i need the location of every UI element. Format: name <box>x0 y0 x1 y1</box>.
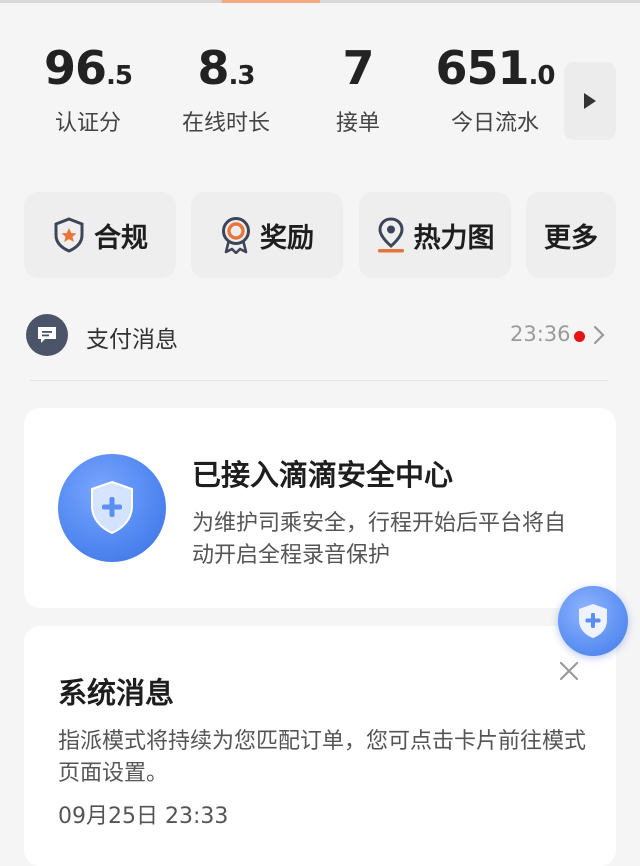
system-message-card[interactable]: 系统消息 指派模式将持续为您匹配订单，您可点击卡片前往模式页面设置。 09月25… <box>24 626 616 866</box>
more-button[interactable]: 更多 <box>526 192 616 278</box>
top-accent <box>222 0 320 3</box>
unread-dot <box>574 331 585 342</box>
shield-plus-icon <box>91 480 133 535</box>
reward-button[interactable]: 奖励 <box>191 192 343 278</box>
divider <box>30 380 608 381</box>
stat-revenue-value: 651 <box>435 41 530 95</box>
chat-bubble-icon <box>38 327 56 343</box>
stat-revenue[interactable]: 651.0 今日流水 <box>428 40 562 138</box>
compliance-button[interactable]: 合规 <box>24 192 176 278</box>
stats-expand-button[interactable] <box>564 62 616 140</box>
stat-revenue-decimal: .0 <box>528 61 556 91</box>
floating-safety-button[interactable] <box>558 586 628 656</box>
top-strip <box>0 0 640 3</box>
stat-orders-label: 接单 <box>335 111 380 136</box>
shield-plus-icon <box>579 604 607 638</box>
stat-score[interactable]: 96.5 认证分 <box>30 40 146 138</box>
system-message-time: 09月25日 23:33 <box>58 804 229 829</box>
heatmap-button[interactable]: 热力图 <box>359 192 511 278</box>
play-arrow-icon <box>584 93 596 109</box>
stat-online-time-decimal: .3 <box>228 61 256 91</box>
safety-shield-badge <box>58 454 166 562</box>
system-message-body: 指派模式将持续为您匹配订单，您可点击卡片前往模式页面设置。 <box>58 729 587 786</box>
payment-message-title: 支付消息 <box>86 327 178 353</box>
stat-orders[interactable]: 7 接单 <box>310 40 406 138</box>
payment-message-row[interactable]: 支付消息 23:36 <box>0 308 640 364</box>
chevron-right-icon <box>593 325 605 345</box>
close-icon[interactable] <box>558 660 580 682</box>
payment-message-time: 23:36 <box>510 322 571 346</box>
medal-icon <box>222 217 250 254</box>
stat-score-decimal: .5 <box>106 61 133 91</box>
more-label: 更多 <box>544 222 598 254</box>
stat-online-time-value: 8 <box>197 41 230 95</box>
stat-orders-value: 7 <box>342 41 374 95</box>
compliance-label: 合规 <box>94 222 148 254</box>
safety-card-title: 已接入滴滴安全中心 <box>192 458 454 492</box>
stat-score-value: 96 <box>44 41 107 95</box>
stat-revenue-label: 今日流水 <box>450 111 539 136</box>
heatmap-label: 热力图 <box>413 222 495 254</box>
payment-message-avatar <box>26 314 68 356</box>
stat-online-time-label: 在线时长 <box>181 111 270 136</box>
safety-card-description: 为维护司乘安全，行程开始后平台将自动开启全程录音保护 <box>192 511 567 568</box>
safety-center-card[interactable]: 已接入滴滴安全中心 为维护司乘安全，行程开始后平台将自动开启全程录音保护 <box>24 408 616 608</box>
system-message-title: 系统消息 <box>58 676 175 710</box>
stats-bar: 96.5 认证分 8.3 在线时长 7 接单 651.0 今日流水 <box>0 40 640 150</box>
shield-star-icon <box>54 217 84 253</box>
stat-score-label: 认证分 <box>54 111 121 136</box>
stat-online-time[interactable]: 8.3 在线时长 <box>168 40 284 138</box>
reward-label: 奖励 <box>260 222 314 254</box>
location-pin-icon <box>377 217 404 253</box>
